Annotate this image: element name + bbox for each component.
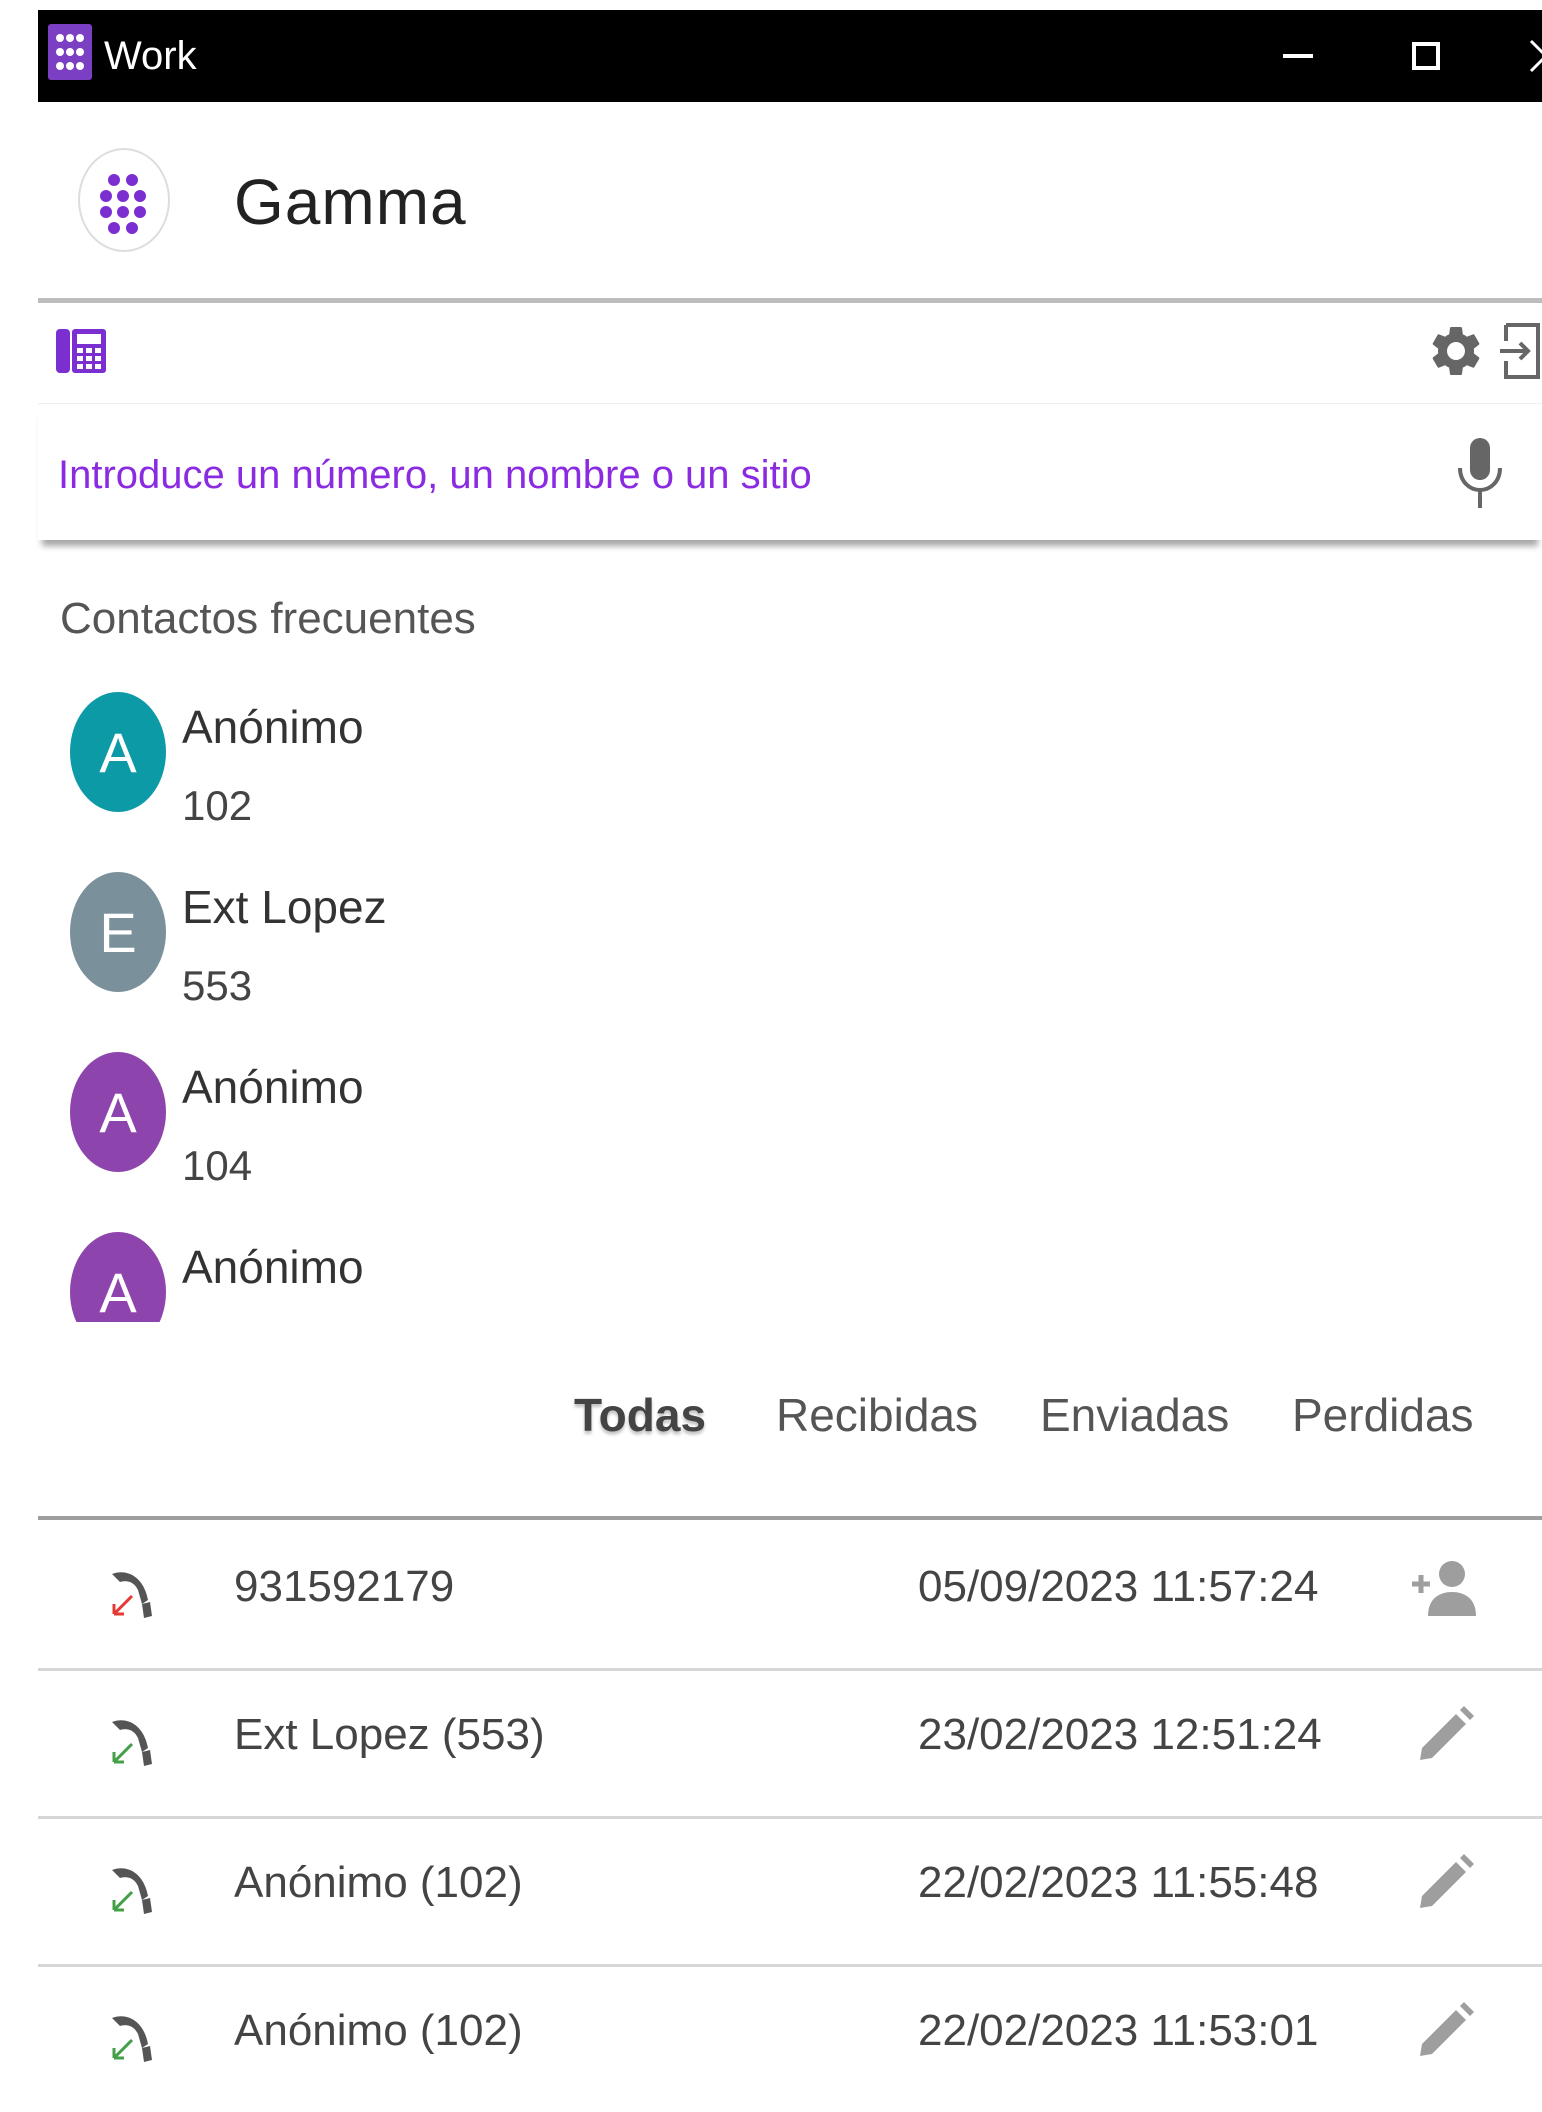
edit-pencil-icon[interactable] <box>1408 1998 1480 2075</box>
edit-pencil-icon[interactable] <box>1408 1702 1480 1779</box>
contact-item[interactable]: A Anónimo 102 <box>70 692 570 872</box>
contact-item[interactable]: A Anónimo 104 <box>70 1052 570 1232</box>
received-call-icon <box>98 1856 158 1925</box>
received-call-icon <box>98 1708 158 1777</box>
contact-name: Ext Lopez <box>182 881 387 933</box>
tab-todas[interactable]: Todas <box>574 1388 706 1442</box>
edit-pencil-icon[interactable] <box>1408 1850 1480 1927</box>
missed-call-icon <box>98 1560 158 1629</box>
frequent-contacts-title: Contactos frecuentes <box>60 594 476 643</box>
call-datetime: 22/02/2023 11:55:48 <box>918 1858 1319 1907</box>
avatar: A <box>70 692 166 812</box>
contact-number: 553 <box>182 962 253 1009</box>
contact-name: Anónimo <box>182 701 364 753</box>
call-datetime: 05/09/2023 11:57:24 <box>918 1562 1319 1611</box>
tab-perdidas[interactable]: Perdidas <box>1292 1388 1474 1442</box>
avatar: A <box>70 1052 166 1172</box>
contact-number: 102 <box>182 782 253 829</box>
contact-number: 104 <box>182 1142 253 1189</box>
call-datetime: 23/02/2023 12:51:24 <box>918 1710 1322 1759</box>
call-contact: Anónimo (102) <box>234 2006 523 2055</box>
add-contact-icon[interactable] <box>1408 1554 1480 1627</box>
call-datetime: 22/02/2023 11:53:01 <box>918 2006 1319 2055</box>
avatar: A <box>70 1232 166 1322</box>
contact-name: Anónimo <box>182 1241 364 1293</box>
tab-recibidas[interactable]: Recibidas <box>776 1388 978 1442</box>
contact-item[interactable]: A Anónimo <box>70 1232 570 1322</box>
contact-name: Anónimo <box>182 1061 364 1113</box>
call-contact: Ext Lopez (553) <box>234 1710 545 1759</box>
avatar: E <box>70 872 166 992</box>
call-history-row[interactable]: Anónimo (102) 22/02/2023 11:53:01 <box>38 1964 1542 2112</box>
call-contact: 931592179 <box>234 1562 455 1611</box>
call-history-row[interactable]: Anónimo (102) 22/02/2023 11:55:48 <box>38 1816 1542 1967</box>
contact-item[interactable]: E Ext Lopez 553 <box>70 872 570 1052</box>
tab-enviadas[interactable]: Enviadas <box>1040 1388 1229 1442</box>
frequent-contacts-section: Contactos frecuentes A Anónimo 102 E Ext… <box>0 0 1542 1322</box>
call-history-row[interactable]: 931592179 05/09/2023 11:57:24 <box>38 1520 1542 1671</box>
call-history-row[interactable]: Ext Lopez (553) 23/02/2023 12:51:24 <box>38 1668 1542 1819</box>
call-contact: Anónimo (102) <box>234 1858 523 1907</box>
received-call-icon <box>98 2004 158 2073</box>
